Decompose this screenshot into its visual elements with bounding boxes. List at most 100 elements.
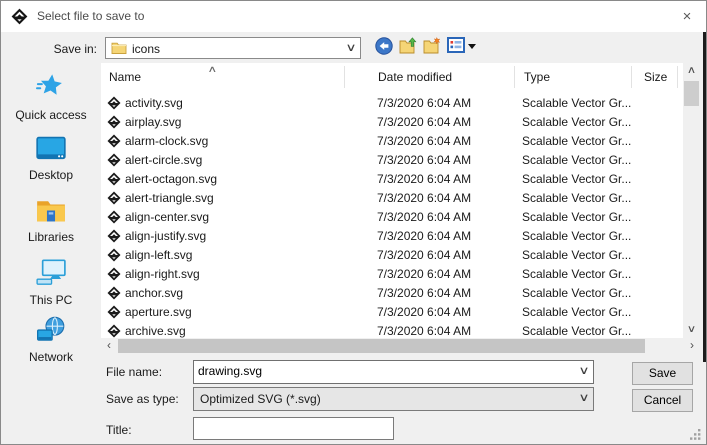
- file-row[interactable]: activity.svg 7/3/2020 6:04 AM Scalable V…: [101, 94, 683, 113]
- inkscape-file-icon: [107, 229, 121, 243]
- create-new-folder-icon[interactable]: [423, 37, 442, 55]
- file-date-modified: 7/3/2020 6:04 AM: [377, 134, 471, 148]
- file-type: Scalable Vector Gr...: [522, 134, 631, 148]
- view-menu-caret-icon[interactable]: [468, 44, 476, 49]
- file-type: Scalable Vector Gr...: [522, 191, 631, 205]
- chevron-down-icon[interactable]: ∨: [578, 364, 589, 377]
- title-bar[interactable]: Select file to save to ×: [1, 1, 706, 32]
- up-one-level-icon[interactable]: [399, 37, 418, 55]
- network-icon: [1, 316, 101, 346]
- file-date-modified: 7/3/2020 6:04 AM: [377, 324, 471, 338]
- save-in-label: Save in:: [1, 42, 97, 56]
- file-row[interactable]: align-right.svg 7/3/2020 6:04 AM Scalabl…: [101, 265, 683, 284]
- file-date-modified: 7/3/2020 6:04 AM: [377, 267, 471, 281]
- inkscape-app-icon: [11, 8, 28, 25]
- file-name: align-justify.svg: [125, 229, 206, 243]
- chevron-down-icon[interactable]: ∨: [345, 41, 356, 54]
- column-header-size[interactable]: Size: [644, 63, 667, 91]
- file-row[interactable]: alert-triangle.svg 7/3/2020 6:04 AM Scal…: [101, 189, 683, 208]
- save-as-type-combobox[interactable]: Optimized SVG (*.svg) ∨: [193, 387, 594, 411]
- column-header-type[interactable]: Type: [524, 63, 550, 91]
- file-name: alert-octagon.svg: [125, 172, 217, 186]
- column-divider[interactable]: [677, 66, 678, 88]
- file-type: Scalable Vector Gr...: [522, 172, 631, 186]
- file-date-modified: 7/3/2020 6:04 AM: [377, 229, 471, 243]
- file-row[interactable]: alert-octagon.svg 7/3/2020 6:04 AM Scala…: [101, 170, 683, 189]
- file-row[interactable]: alert-circle.svg 7/3/2020 6:04 AM Scalab…: [101, 151, 683, 170]
- resize-grip[interactable]: [689, 428, 702, 444]
- back-icon[interactable]: [375, 37, 394, 55]
- file-row[interactable]: align-justify.svg 7/3/2020 6:04 AM Scala…: [101, 227, 683, 246]
- inkscape-file-icon: [107, 172, 121, 186]
- cancel-button[interactable]: Cancel: [632, 389, 693, 412]
- places-sidebar: Quick access Desktop Libraries This PC N…: [1, 63, 101, 354]
- horizontal-scrollbar[interactable]: ‹ ›: [101, 338, 700, 354]
- close-icon[interactable]: ×: [674, 5, 700, 29]
- this-pc-icon: [1, 259, 101, 289]
- current-folder-label: icons: [132, 42, 160, 56]
- inkscape-file-icon: [107, 115, 121, 129]
- save-button[interactable]: Save: [632, 362, 693, 385]
- sidebar-item-desktop[interactable]: Desktop: [1, 136, 101, 182]
- file-name-input[interactable]: [198, 364, 558, 378]
- file-row[interactable]: aperture.svg 7/3/2020 6:04 AM Scalable V…: [101, 303, 683, 322]
- vertical-scroll-thumb[interactable]: [684, 81, 699, 106]
- title-input[interactable]: [193, 417, 394, 440]
- vertical-scrollbar[interactable]: ∧ ∨: [683, 63, 700, 338]
- file-type: Scalable Vector Gr...: [522, 229, 631, 243]
- view-menu-icon[interactable]: [447, 37, 466, 55]
- libraries-icon: [1, 198, 101, 226]
- file-name: align-right.svg: [125, 267, 200, 281]
- folder-icon: [111, 41, 127, 58]
- file-row[interactable]: anchor.svg 7/3/2020 6:04 AM Scalable Vec…: [101, 284, 683, 303]
- sort-ascending-icon: ∧: [207, 64, 217, 75]
- file-row[interactable]: align-left.svg 7/3/2020 6:04 AM Scalable…: [101, 246, 683, 265]
- file-type: Scalable Vector Gr...: [522, 96, 631, 110]
- scroll-left-icon[interactable]: ‹: [101, 338, 117, 354]
- inkscape-file-icon: [107, 191, 121, 205]
- file-type: Scalable Vector Gr...: [522, 115, 631, 129]
- sidebar-item-network[interactable]: Network: [1, 316, 101, 364]
- sidebar-item-quick-access[interactable]: Quick access: [1, 71, 101, 122]
- file-row[interactable]: airplay.svg 7/3/2020 6:04 AM Scalable Ve…: [101, 113, 683, 132]
- file-type: Scalable Vector Gr...: [522, 248, 631, 262]
- file-type: Scalable Vector Gr...: [522, 210, 631, 224]
- file-name: aperture.svg: [125, 305, 192, 319]
- scroll-right-icon[interactable]: ›: [684, 338, 700, 354]
- chevron-down-icon[interactable]: ∨: [578, 391, 589, 404]
- file-row[interactable]: align-center.svg 7/3/2020 6:04 AM Scalab…: [101, 208, 683, 227]
- file-date-modified: 7/3/2020 6:04 AM: [377, 96, 471, 110]
- file-type: Scalable Vector Gr...: [522, 324, 631, 338]
- file-list: Name ∧ Date modified Type Size activity.…: [101, 63, 683, 354]
- dialog-title: Select file to save to: [37, 9, 144, 23]
- desktop-icon: [1, 136, 101, 164]
- file-name: archive.svg: [125, 324, 186, 338]
- file-date-modified: 7/3/2020 6:04 AM: [377, 248, 471, 262]
- title-label: Title:: [1, 423, 181, 437]
- scroll-down-icon[interactable]: ∨: [680, 322, 702, 338]
- file-date-modified: 7/3/2020 6:04 AM: [377, 115, 471, 129]
- save-in-combobox[interactable]: icons ∨: [105, 37, 361, 59]
- column-header-name[interactable]: Name: [109, 63, 141, 91]
- column-header-date-modified[interactable]: Date modified: [378, 63, 452, 91]
- column-divider[interactable]: [631, 66, 632, 88]
- file-name: alert-circle.svg: [125, 153, 202, 167]
- column-divider[interactable]: [514, 66, 515, 88]
- file-name-combobox[interactable]: ∨: [193, 360, 594, 384]
- horizontal-scroll-thumb[interactable]: [118, 339, 645, 353]
- column-divider[interactable]: [344, 66, 345, 88]
- sidebar-item-libraries[interactable]: Libraries: [1, 198, 101, 244]
- inkscape-file-icon: [107, 153, 121, 167]
- inkscape-file-icon: [107, 96, 121, 110]
- sidebar-item-this-pc[interactable]: This PC: [1, 259, 101, 307]
- file-row[interactable]: alarm-clock.svg 7/3/2020 6:04 AM Scalabl…: [101, 132, 683, 151]
- save-as-type-value: Optimized SVG (*.svg): [200, 392, 321, 406]
- inkscape-file-icon: [107, 134, 121, 148]
- file-name: alarm-clock.svg: [125, 134, 208, 148]
- file-rows: activity.svg 7/3/2020 6:04 AM Scalable V…: [101, 91, 683, 341]
- inkscape-file-icon: [107, 324, 121, 338]
- scroll-up-icon[interactable]: ∧: [680, 63, 702, 79]
- sidebar-item-label: Quick access: [15, 108, 86, 122]
- file-name: align-center.svg: [125, 210, 209, 224]
- inkscape-file-icon: [107, 305, 121, 319]
